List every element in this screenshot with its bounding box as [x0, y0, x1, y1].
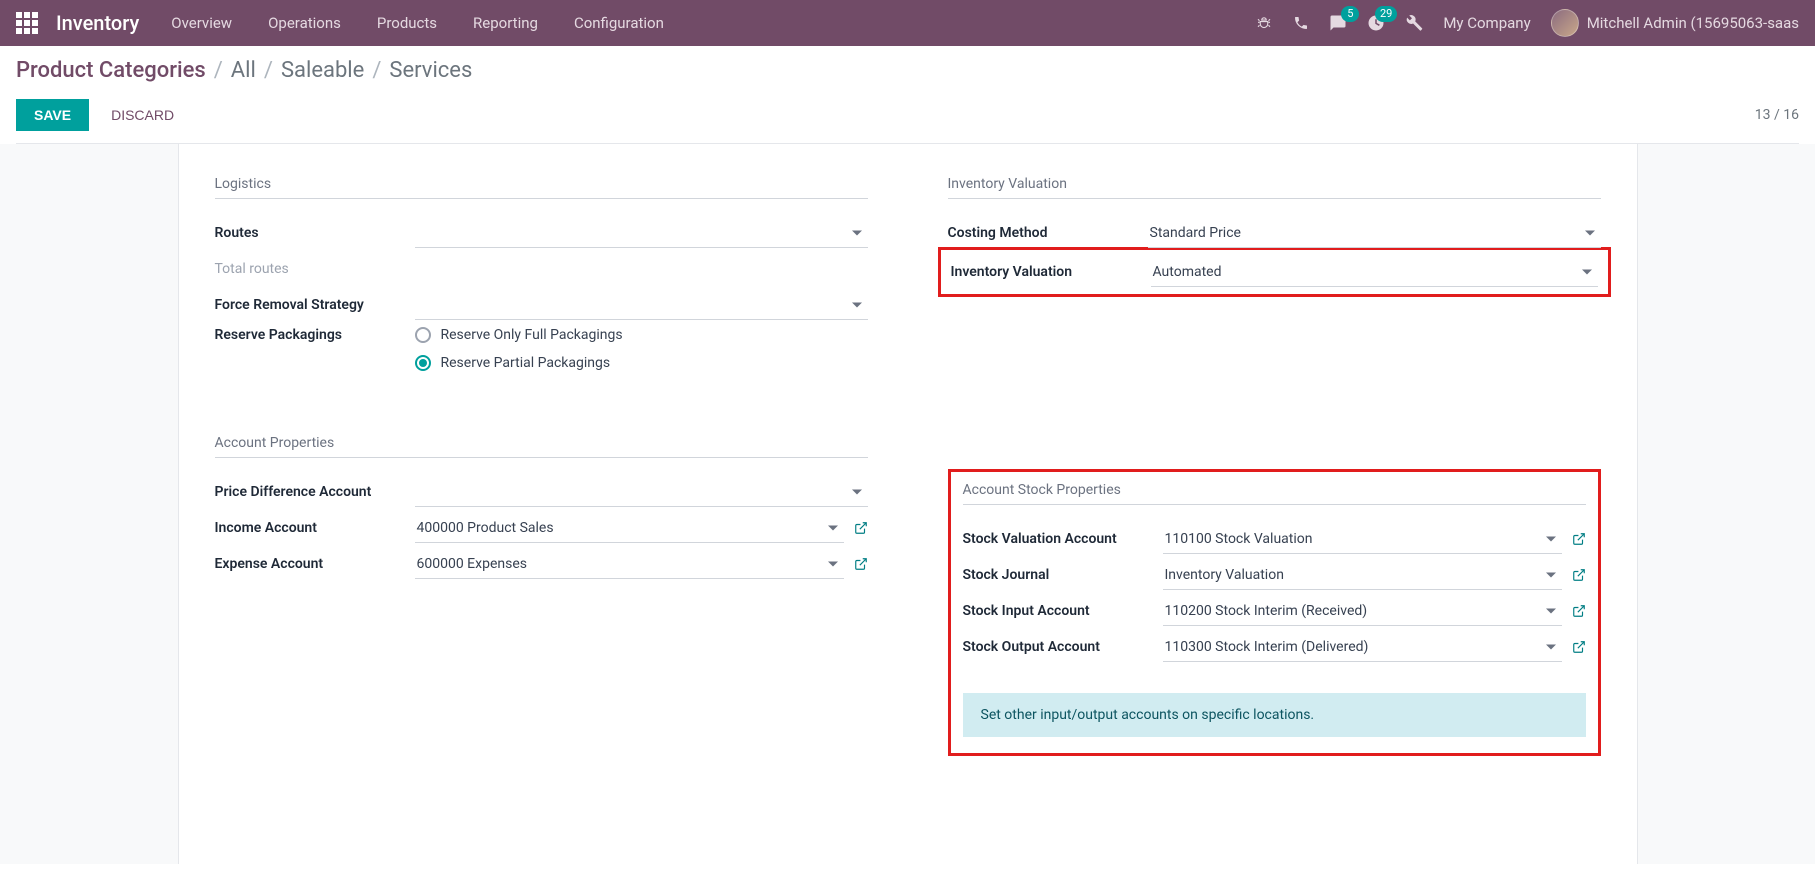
breadcrumb: Product Categories / All / Saleable / Se… — [16, 58, 1799, 83]
company-switcher[interactable]: My Company — [1443, 14, 1530, 32]
stock-output-select[interactable]: 110300 Stock Interim (Delivered) — [1163, 633, 1562, 662]
breadcrumb-services: Services — [389, 58, 472, 83]
highlight-inventory-valuation: Inventory Valuation Automated — [938, 247, 1611, 297]
activities-badge: 29 — [1375, 6, 1397, 22]
label-reserve-packagings: Reserve Packagings — [215, 327, 415, 343]
discard-button[interactable]: DISCARD — [101, 99, 184, 131]
nav-overview[interactable]: Overview — [171, 14, 232, 32]
radio-reserve-partial[interactable]: Reserve Partial Packagings — [415, 355, 868, 371]
stock-journal-select[interactable]: Inventory Valuation — [1163, 561, 1562, 590]
section-account-properties: Account Properties — [215, 435, 868, 458]
breadcrumb-root[interactable]: Product Categories — [16, 58, 206, 83]
apps-icon[interactable] — [16, 12, 38, 34]
label-total-routes: Total routes — [215, 261, 415, 277]
info-alert: Set other input/output accounts on speci… — [963, 693, 1586, 737]
label-inventory-valuation: Inventory Valuation — [951, 264, 1151, 280]
pager[interactable]: 13 / 16 — [1755, 107, 1799, 123]
avatar — [1551, 9, 1579, 37]
messages-badge: 5 — [1341, 6, 1359, 22]
label-force-removal: Force Removal Strategy — [215, 297, 415, 313]
control-panel: Product Categories / All / Saleable / Se… — [0, 46, 1815, 144]
label-price-diff: Price Difference Account — [215, 484, 415, 500]
tools-icon[interactable] — [1405, 14, 1423, 32]
reserve-packagings-radio-group: Reserve Only Full Packagings Reserve Par… — [415, 327, 868, 371]
stock-valuation-select[interactable]: 110100 Stock Valuation — [1163, 525, 1562, 554]
user-name: Mitchell Admin (15695063-saas — [1587, 14, 1799, 32]
user-menu[interactable]: Mitchell Admin (15695063-saas — [1551, 9, 1799, 37]
breadcrumb-all[interactable]: All — [231, 58, 256, 83]
label-expense-account: Expense Account — [215, 556, 415, 572]
section-inventory-valuation: Inventory Valuation — [948, 176, 1601, 199]
external-link-icon[interactable] — [1572, 640, 1586, 654]
external-link-icon[interactable] — [1572, 568, 1586, 582]
label-routes: Routes — [215, 225, 415, 241]
stock-input-select[interactable]: 110200 Stock Interim (Received) — [1163, 597, 1562, 626]
highlight-account-stock: Account Stock Properties Stock Valuation… — [948, 469, 1601, 756]
radio-icon — [415, 327, 431, 343]
bug-icon[interactable] — [1255, 14, 1273, 32]
label-stock-output: Stock Output Account — [963, 639, 1163, 655]
nav-products[interactable]: Products — [377, 14, 437, 32]
label-stock-valuation: Stock Valuation Account — [963, 531, 1163, 547]
external-link-icon[interactable] — [1572, 604, 1586, 618]
expense-account-select[interactable]: 600000 Expenses — [415, 550, 844, 579]
radio-reserve-full[interactable]: Reserve Only Full Packagings — [415, 327, 868, 343]
inventory-valuation-select[interactable]: Automated — [1151, 258, 1598, 287]
activities-icon[interactable]: 29 — [1367, 14, 1385, 32]
phone-icon[interactable] — [1293, 15, 1309, 31]
external-link-icon[interactable] — [1572, 532, 1586, 546]
nav-reporting[interactable]: Reporting — [473, 14, 538, 32]
income-account-select[interactable]: 400000 Product Sales — [415, 514, 844, 543]
save-button[interactable]: SAVE — [16, 99, 89, 131]
top-navbar: Inventory Overview Operations Products R… — [0, 0, 1815, 46]
breadcrumb-saleable[interactable]: Saleable — [281, 58, 364, 83]
label-costing-method: Costing Method — [948, 225, 1148, 241]
price-diff-select[interactable] — [415, 478, 868, 507]
section-logistics: Logistics — [215, 176, 868, 199]
external-link-icon[interactable] — [854, 557, 868, 571]
section-account-stock: Account Stock Properties — [963, 482, 1586, 505]
label-stock-input: Stock Input Account — [963, 603, 1163, 619]
external-link-icon[interactable] — [854, 521, 868, 535]
nav-menu: Overview Operations Products Reporting C… — [171, 14, 664, 32]
costing-method-select[interactable]: Standard Price — [1148, 219, 1601, 248]
messages-icon[interactable]: 5 — [1329, 14, 1347, 32]
app-title[interactable]: Inventory — [56, 11, 139, 35]
form-sheet: Logistics Routes Total routes Force Remo… — [178, 144, 1638, 864]
nav-configuration[interactable]: Configuration — [574, 14, 664, 32]
label-income-account: Income Account — [215, 520, 415, 536]
force-removal-select[interactable] — [415, 291, 868, 320]
routes-select[interactable] — [415, 219, 868, 248]
radio-icon — [415, 355, 431, 371]
nav-operations[interactable]: Operations — [268, 14, 341, 32]
label-stock-journal: Stock Journal — [963, 567, 1163, 583]
